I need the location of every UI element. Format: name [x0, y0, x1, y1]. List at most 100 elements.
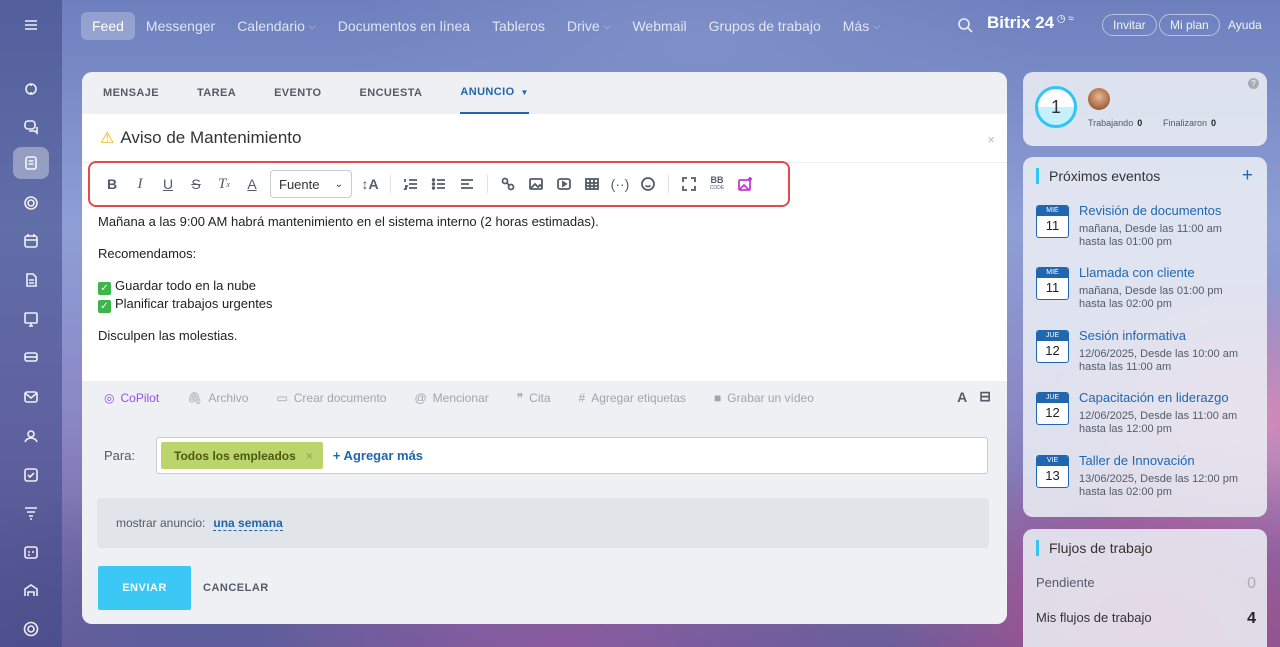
code-icon[interactable]: (··): [606, 170, 634, 198]
nav-feed[interactable]: Feed: [81, 12, 135, 40]
event-item[interactable]: MIÉ 11 Revisión de documentos mañana, Des…: [1036, 203, 1261, 259]
document-icon[interactable]: [13, 264, 49, 296]
working-stat: Trabajando 0: [1088, 118, 1143, 128]
event-item[interactable]: JUE 12 Capacitación en liderazgo 12/06/20…: [1036, 390, 1261, 446]
work-day-counter[interactable]: 1: [1035, 86, 1077, 128]
underline-button[interactable]: U: [154, 170, 182, 198]
upcoming-events-panel: Próximos eventos + MIÉ 11 Revisión de doc…: [1023, 157, 1267, 517]
add-event-icon[interactable]: +: [1242, 165, 1253, 187]
bbcode-button[interactable]: BB CODE: [703, 170, 731, 198]
link-icon[interactable]: [494, 170, 522, 198]
drive-icon[interactable]: [13, 341, 49, 373]
tab-announcement[interactable]: ANUNCIO ▼: [460, 72, 529, 114]
store-icon[interactable]: [13, 574, 49, 606]
tab-message[interactable]: MENSAJE: [103, 72, 159, 114]
ai-image-icon[interactable]: [731, 170, 759, 198]
nav-calendar[interactable]: Calendario ⌵: [226, 12, 327, 40]
copilot-button[interactable]: ◎ CoPilot: [104, 391, 159, 405]
table-icon[interactable]: [578, 170, 606, 198]
mention-button[interactable]: @ Mencionar: [414, 391, 488, 405]
file-button[interactable]: 🖇 Archivo: [187, 391, 248, 405]
video-icon[interactable]: [550, 170, 578, 198]
panel-title: Flujos de trabajo: [1036, 540, 1153, 556]
left-sidebar: [0, 0, 62, 647]
nav-webmail[interactable]: Webmail: [621, 12, 697, 40]
event-item[interactable]: JUE 12 Sesión informativa 12/06/2025, Des…: [1036, 328, 1261, 384]
tab-task[interactable]: TAREA: [197, 72, 236, 114]
tasks-icon[interactable]: [13, 459, 49, 491]
recipient-chip[interactable]: Todos los empleados ×: [161, 442, 323, 469]
bullet-list-icon[interactable]: [425, 170, 453, 198]
groups-icon[interactable]: [13, 187, 49, 219]
nav-more[interactable]: Más ⌵: [832, 12, 891, 40]
chevron-down-icon: ⌵: [308, 20, 316, 31]
recipients-field[interactable]: Todos los empleados × + Agregar más: [156, 437, 988, 474]
bold-button[interactable]: B: [98, 170, 126, 198]
strikethrough-button[interactable]: S: [182, 170, 210, 198]
editor[interactable]: ⚠ Aviso de Mantenimiento × B I U S Tx A …: [82, 114, 1007, 381]
settings-icon[interactable]: [13, 613, 49, 645]
text-format-icon[interactable]: A: [957, 389, 967, 405]
close-icon[interactable]: ×: [987, 132, 995, 147]
chat-icon[interactable]: [13, 110, 49, 142]
layout-icon[interactable]: ⊟: [979, 388, 991, 405]
contacts-icon[interactable]: [13, 420, 49, 452]
calendar-icon[interactable]: [13, 225, 49, 257]
align-left-icon[interactable]: [453, 170, 481, 198]
schedule-icon[interactable]: [13, 536, 49, 568]
brand-logo: Bitrix 24 ◷ ≈: [987, 13, 1074, 32]
feed-icon[interactable]: [13, 147, 49, 179]
tab-event[interactable]: EVENTO: [274, 72, 321, 114]
finished-stat: Finalizaron 0: [1163, 118, 1217, 128]
tab-poll[interactable]: ENCUESTA: [360, 72, 423, 114]
quote-button[interactable]: ❞ Cita: [517, 391, 551, 405]
funnel-icon[interactable]: [13, 497, 49, 529]
search-icon[interactable]: [956, 16, 974, 34]
add-more-link[interactable]: + Agregar más: [333, 448, 423, 463]
text-color-button[interactable]: A: [238, 170, 266, 198]
cancel-button[interactable]: CANCELAR: [203, 566, 269, 610]
help-icon[interactable]: ?: [1248, 78, 1259, 89]
invite-button[interactable]: Invitar: [1102, 14, 1157, 36]
warning-icon: ⚠: [100, 130, 115, 147]
italic-button[interactable]: I: [126, 170, 154, 198]
clear-format-button[interactable]: Tx: [210, 170, 238, 198]
duration-selector[interactable]: una semana: [213, 516, 283, 531]
post-title[interactable]: ⚠ Aviso de Mantenimiento: [100, 128, 301, 148]
help-button[interactable]: Ayuda: [1218, 14, 1272, 36]
chevron-down-icon: ⌵: [873, 20, 881, 31]
my-plan-button[interactable]: Mi plan: [1159, 14, 1220, 36]
board-icon[interactable]: [13, 303, 49, 335]
create-document-button[interactable]: ▭ Crear documento: [276, 391, 386, 405]
quote-icon: ❞: [516, 391, 524, 405]
editor-body[interactable]: Mañana a las 9:00 AM habrá mantenimiento…: [98, 213, 978, 359]
fullscreen-icon[interactable]: [675, 170, 703, 198]
nav-online-documents[interactable]: Documentos en línea: [327, 12, 481, 40]
menu-icon[interactable]: [13, 9, 49, 41]
chevron-down-icon: ⌵: [603, 20, 611, 31]
avatar[interactable]: [1088, 88, 1110, 110]
pending-workflows-row[interactable]: Pendiente 0: [1036, 575, 1256, 593]
send-button[interactable]: ENVIAR: [98, 566, 191, 610]
post-composer: MENSAJE TAREA EVENTO ENCUESTA ANUNCIO ▼ ⚠…: [82, 72, 1007, 624]
numbered-list-icon[interactable]: [397, 170, 425, 198]
mail-icon[interactable]: [13, 381, 49, 413]
close-icon[interactable]: ×: [306, 449, 313, 463]
event-item[interactable]: MIÉ 11 Llamada con cliente mañana, Desde …: [1036, 265, 1261, 321]
body-line: Mañana a las 9:00 AM habrá mantenimiento…: [98, 214, 599, 229]
my-workflows-row[interactable]: Mis flujos de trabajo 4: [1036, 610, 1256, 628]
nav-messenger[interactable]: Messenger: [135, 12, 226, 40]
nav-workgroups[interactable]: Grupos de trabajo: [698, 12, 832, 40]
view-toggles: A ⊟: [957, 388, 991, 405]
copilot-icon[interactable]: [13, 73, 49, 105]
font-size-button[interactable]: ↕A: [356, 170, 384, 198]
image-icon[interactable]: [522, 170, 550, 198]
nav-boards[interactable]: Tableros: [481, 12, 556, 40]
font-select[interactable]: Fuente ⌄: [270, 170, 352, 198]
camera-icon: ■: [713, 391, 722, 405]
event-item[interactable]: VIE 13 Taller de Innovación 13/06/2025, D…: [1036, 453, 1261, 509]
emoji-icon[interactable]: [634, 170, 662, 198]
add-tags-button[interactable]: # Agregar etiquetas: [579, 391, 686, 405]
record-video-button[interactable]: ■ Grabar un vídeo: [714, 391, 814, 405]
nav-drive[interactable]: Drive ⌵: [556, 12, 622, 40]
